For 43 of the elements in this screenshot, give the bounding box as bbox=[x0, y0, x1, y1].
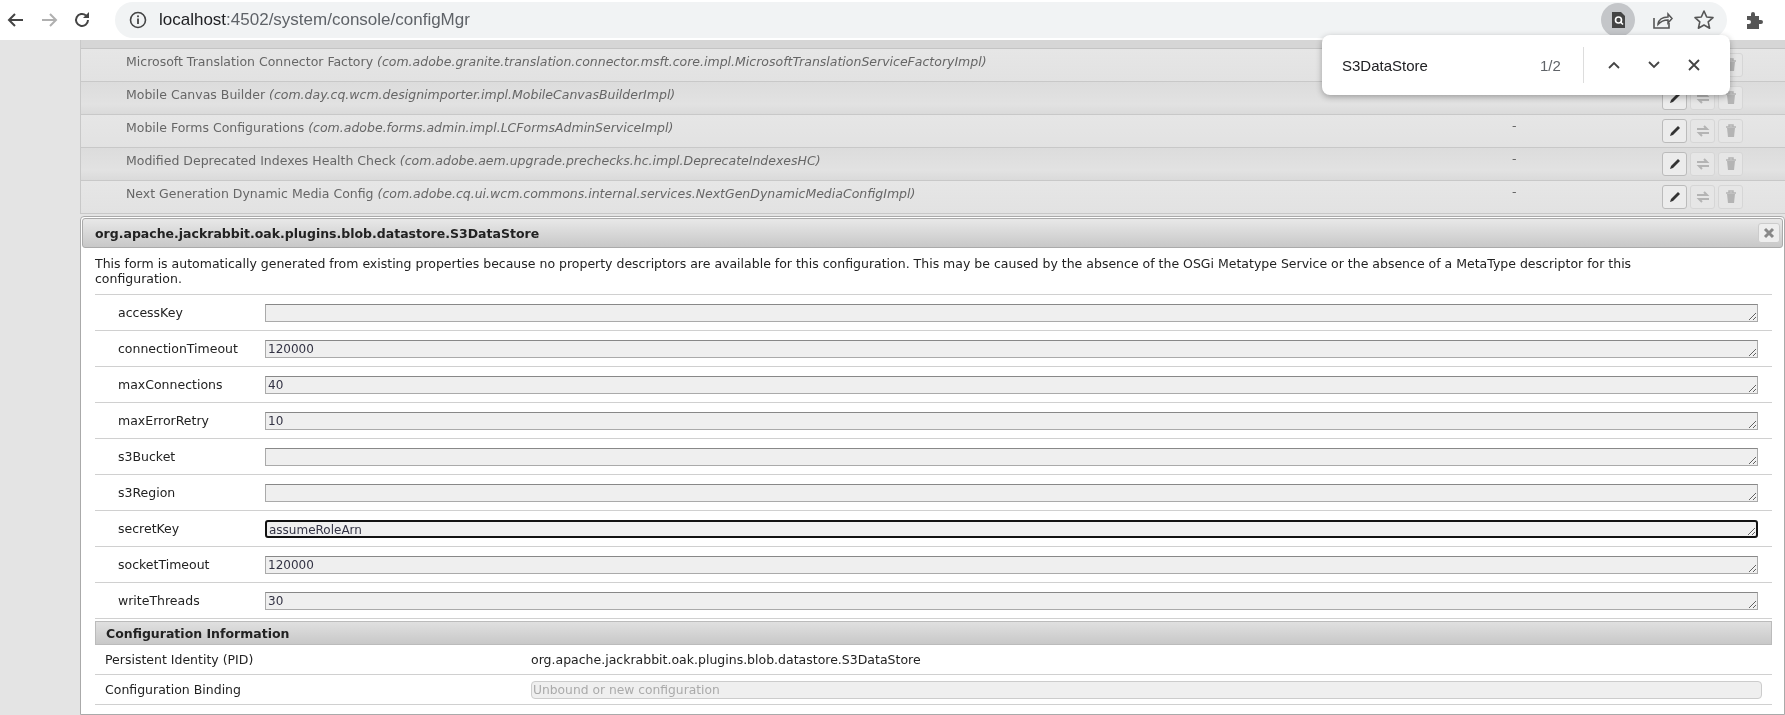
input-field[interactable]: 10 bbox=[265, 411, 1758, 430]
reload-icon[interactable] bbox=[72, 10, 92, 30]
bundle-cell: - bbox=[1512, 118, 1517, 133]
config-name[interactable]: Mobile Forms Configurations (com.adobe.forms.admin.impl.LCFormsAdminServiceImpl) bbox=[126, 120, 674, 135]
address-bar[interactable]: localhost:4502/system/console/configMgr bbox=[115, 2, 1727, 38]
bundle-cell: - bbox=[1512, 184, 1517, 199]
property-label: s3Region bbox=[118, 485, 177, 500]
find-in-page-icon[interactable] bbox=[1601, 3, 1635, 37]
property-label: maxConnections bbox=[118, 377, 224, 392]
config-name[interactable]: Mobile Canvas Builder (com.day.cq.wcm.designimporter.impl.MobileCanvasBuilderImpl) bbox=[126, 87, 676, 102]
close-button[interactable] bbox=[1758, 223, 1780, 243]
section-title: Configuration Information bbox=[106, 625, 290, 641]
bundle-cell: - bbox=[1512, 151, 1517, 166]
dialog-title: org.apache.jackrabbit.oak.plugins.blob.datastore.S3DataStore bbox=[95, 225, 540, 241]
input-field[interactable]: 120000 bbox=[265, 339, 1758, 358]
property-label: s3Bucket bbox=[118, 449, 177, 464]
find-field[interactable]: S3DataStore bbox=[1342, 56, 1522, 74]
share-icon[interactable] bbox=[1651, 9, 1673, 31]
input-field[interactable] bbox=[265, 303, 1758, 322]
input-field[interactable]: 40 bbox=[265, 375, 1758, 394]
info-value: org.apache.jackrabbit.oak.plugins.blob.datastore.S3DataStore bbox=[531, 652, 921, 667]
info-icon[interactable] bbox=[129, 11, 147, 29]
info-label: Persistent Identity (PID) bbox=[105, 652, 255, 667]
property-label: writeThreads bbox=[118, 593, 201, 608]
property-label: maxErrorRetry bbox=[118, 413, 210, 428]
property-label: secretKey bbox=[118, 521, 181, 536]
config-name[interactable]: Microsoft Translation Connector Factory (com.adobe.granite.translation.connector.msft.core.impl.MicrosoftTranslationServiceFactoryImpl) bbox=[126, 54, 987, 69]
config-name[interactable]: Next Generation Dynamic Media Config (com.adobe.cq.ui.wcm.commons.internal.services.NextGenDynamicMediaConfigImpl) bbox=[126, 186, 916, 201]
property-label: connectionTimeout bbox=[118, 341, 239, 356]
url-text: localhost:4502/system/console/configMgr bbox=[159, 10, 470, 30]
property-label: accessKey bbox=[118, 305, 184, 320]
star-icon[interactable] bbox=[1693, 9, 1715, 31]
form-description: This form is automatically generated from existing properties because no property descriptors are available for this configuration. This may be caused by the absence of the OSGi Metatype Service or the absence of a MetaType descriptor for this configuration. bbox=[95, 256, 1633, 286]
input-field[interactable] bbox=[265, 447, 1758, 466]
info-label: Configuration Binding bbox=[105, 682, 242, 697]
input-field[interactable] bbox=[265, 483, 1758, 502]
input-field[interactable]: 120000 bbox=[265, 555, 1758, 574]
input-field[interactable]: assumeRoleArn bbox=[265, 519, 1758, 538]
input-field[interactable]: 30 bbox=[265, 591, 1758, 610]
match-count: 1/2 bbox=[1540, 56, 1561, 74]
property-label: socketTimeout bbox=[118, 557, 211, 572]
close-icon[interactable] bbox=[1685, 57, 1702, 73]
config-name[interactable]: Modified Deprecated Indexes Health Check (com.adobe.aem.upgrade.prechecks.hc.impl.DeprecateIndexesHC) bbox=[126, 153, 821, 168]
